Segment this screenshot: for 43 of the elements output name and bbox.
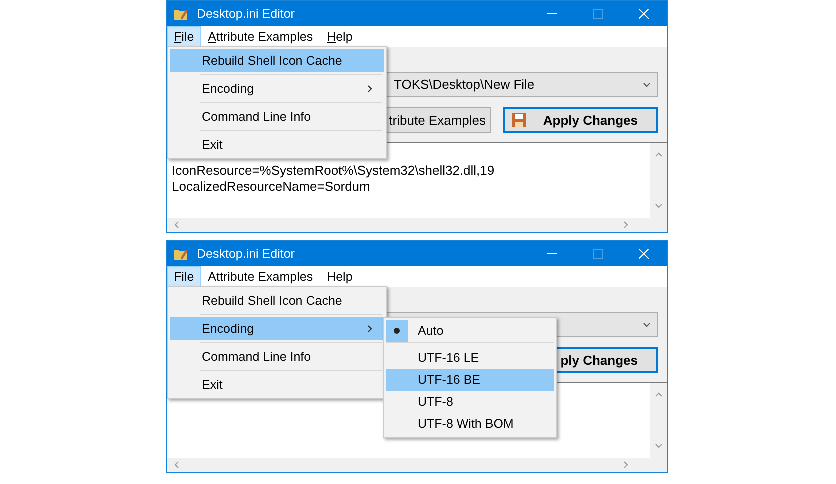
- scroll-up-icon[interactable]: [654, 391, 662, 399]
- scroll-down-icon[interactable]: [654, 202, 662, 210]
- scroll-left-icon[interactable]: [173, 221, 181, 229]
- submenu-entry[interactable]: UTF-8: [386, 391, 554, 413]
- scroll-up-icon[interactable]: [654, 151, 662, 159]
- menu-entry[interactable]: Command Line Info: [170, 345, 384, 368]
- vertical-scrollbar[interactable]: [650, 383, 667, 458]
- submenu-entry[interactable]: UTF-8 With BOM: [386, 413, 554, 435]
- menu-item[interactable]: File: [167, 266, 202, 287]
- editor-line: LocalizedResourceName=Sordum: [172, 179, 372, 195]
- menu-entry[interactable]: Rebuild Shell Icon Cache: [170, 289, 384, 312]
- submenu-entry[interactable]: Auto: [386, 320, 554, 343]
- menu-entry[interactable]: Rebuild Shell Icon Cache: [170, 49, 384, 72]
- menu-entry[interactable]: Exit: [170, 133, 384, 156]
- window-title: Desktop.ini Editor: [197, 246, 296, 260]
- window-title: Desktop.ini Editor: [197, 6, 296, 20]
- menu-entry[interactable]: Exit: [170, 373, 384, 396]
- close-icon[interactable]: [639, 248, 649, 258]
- maximize-icon[interactable]: [593, 248, 603, 258]
- apply-button[interactable]: Apply Changes: [503, 107, 658, 133]
- scroll-down-icon[interactable]: [654, 442, 662, 450]
- text-editor[interactable]: IconResource=%SystemRoot%\System32\shell32.dll,19 LocalizedResourceName=Sordum: [167, 161, 650, 218]
- dropdown-icon[interactable]: [643, 80, 651, 88]
- menu-entry[interactable]: Command Line Info: [170, 105, 384, 128]
- horizontal-scrollbar[interactable]: [167, 458, 650, 472]
- scroll-right-icon[interactable]: [622, 221, 630, 229]
- menu-item[interactable]: Help: [320, 26, 360, 47]
- menu-entry[interactable]: Encoding: [170, 317, 384, 340]
- menu-item[interactable]: Attribute Examples: [201, 266, 320, 287]
- dropdown-icon[interactable]: [643, 320, 651, 328]
- maximize-icon[interactable]: [593, 8, 603, 18]
- editor-line: IconResource=%SystemRoot%\System32\shell32.dll,19: [172, 163, 496, 179]
- horizontal-scrollbar[interactable]: [167, 218, 650, 232]
- submenu-entry[interactable]: UTF-16 BE: [386, 369, 554, 391]
- chevron-icon[interactable]: [366, 84, 374, 92]
- scroll-right-icon[interactable]: [622, 461, 630, 469]
- close-icon[interactable]: [639, 8, 649, 18]
- scroll-left-icon[interactable]: [173, 461, 181, 469]
- menu-item[interactable]: Attribute Examples: [201, 26, 320, 47]
- chevron-icon[interactable]: [366, 324, 374, 332]
- menu-item[interactable]: Help: [320, 266, 360, 287]
- menu-item[interactable]: File: [167, 26, 202, 47]
- vertical-scrollbar[interactable]: [650, 143, 667, 218]
